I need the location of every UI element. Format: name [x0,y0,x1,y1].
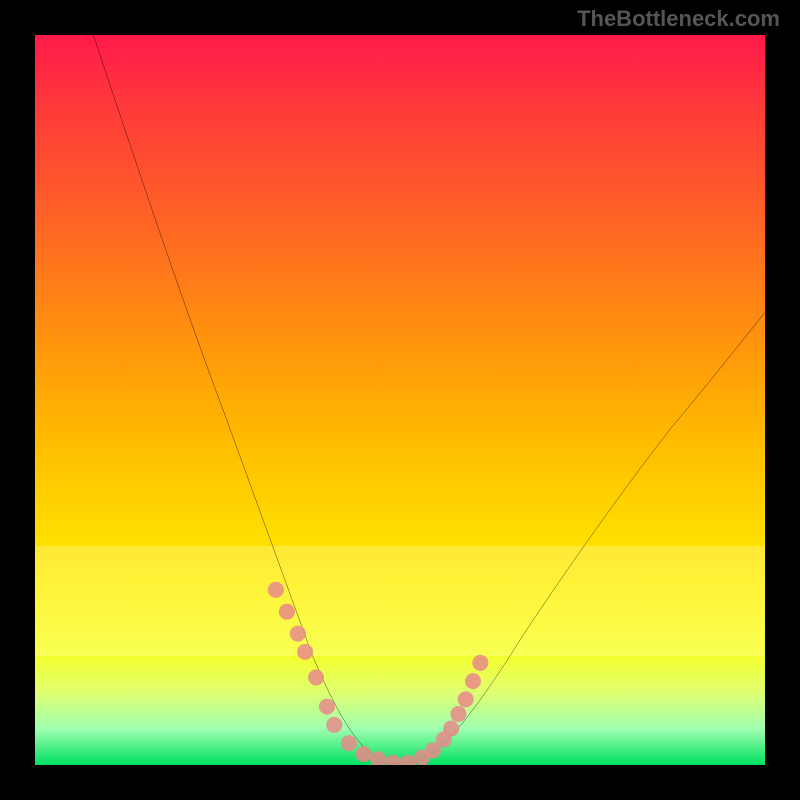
chart-plot-area [35,35,765,765]
bottleneck-curve-path [93,35,765,764]
scatter-group [268,582,488,765]
watermark-text: TheBottleneck.com [577,6,780,32]
chart-svg [35,35,765,765]
